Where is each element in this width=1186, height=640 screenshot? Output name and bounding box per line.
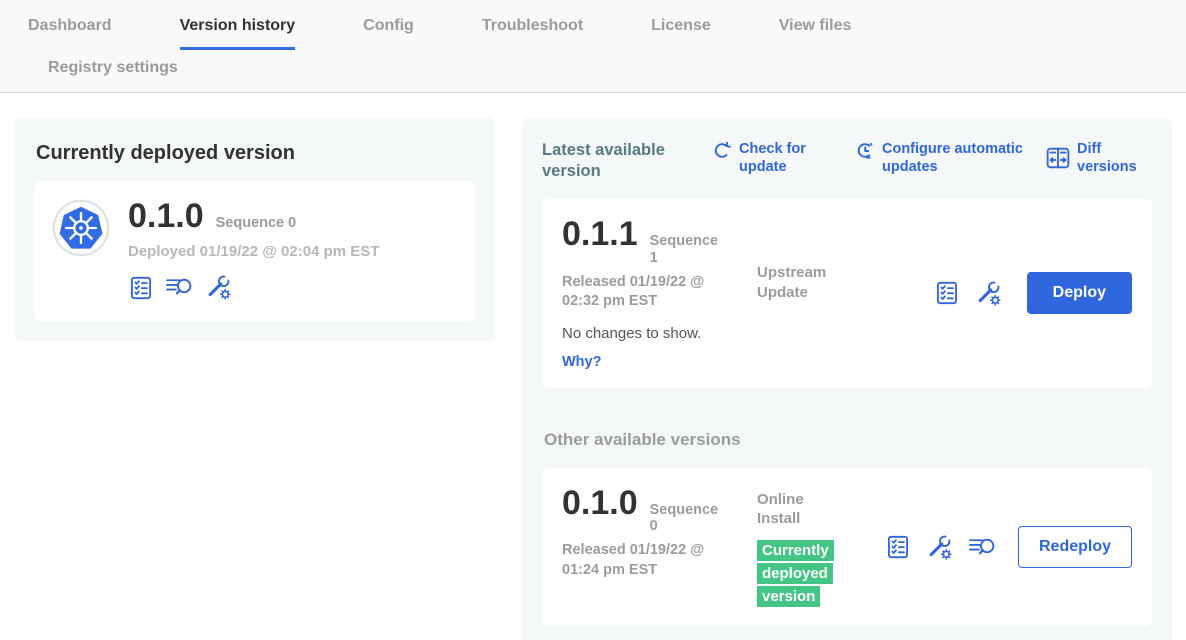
other-sequence-label: Sequence 0 bbox=[650, 502, 720, 535]
latest-available-heading: Latest available version bbox=[542, 140, 692, 181]
currently-deployed-badge: Currently deployed version bbox=[757, 540, 834, 608]
refresh-icon bbox=[712, 140, 732, 160]
latest-version-number: 0.1.1 bbox=[562, 217, 638, 251]
latest-sequence-label: Sequence 1 bbox=[650, 233, 720, 266]
diff-versions-label: Diff versions bbox=[1077, 140, 1152, 176]
config-wrench-icon[interactable] bbox=[975, 280, 1002, 307]
latest-version-actions: Deploy bbox=[934, 272, 1132, 314]
other-version-source: Online Install bbox=[757, 490, 849, 529]
deployed-version-actions bbox=[128, 274, 379, 301]
latest-changes-summary: No changes to show. bbox=[562, 325, 757, 342]
nav-row-2: Registry settings bbox=[0, 50, 1186, 92]
preflight-checks-icon[interactable] bbox=[934, 280, 960, 306]
tab-troubleshoot[interactable]: Troubleshoot bbox=[482, 17, 583, 50]
other-version-card: 0.1.0 Sequence 0 Released 01/19/22 @ 01:… bbox=[542, 468, 1152, 627]
tab-version-history[interactable]: Version history bbox=[180, 17, 296, 50]
deployed-version-info: 0.1.0 Sequence 0 Deployed 01/19/22 @ 02:… bbox=[128, 199, 379, 301]
other-version-number: 0.1.0 bbox=[562, 486, 638, 520]
latest-version-info: 0.1.1 Sequence 1 Released 01/19/22 @ 02:… bbox=[562, 217, 757, 369]
tab-license[interactable]: License bbox=[651, 17, 711, 50]
check-for-update-label: Check for update bbox=[739, 140, 821, 176]
currently-deployed-badge-wrap: Currently deployed version bbox=[757, 539, 839, 609]
kubernetes-logo bbox=[52, 199, 110, 257]
main-content: Currently deployed version 0.1.0 Sequenc… bbox=[0, 93, 1186, 640]
config-wrench-icon[interactable] bbox=[205, 274, 232, 301]
view-files-icon[interactable] bbox=[968, 535, 997, 560]
top-navigation: Dashboard Version history Config Trouble… bbox=[0, 0, 1186, 93]
other-versions-heading: Other available versions bbox=[544, 430, 1152, 450]
preflight-checks-icon[interactable] bbox=[885, 534, 911, 560]
available-versions-panel: Latest available version Check for updat… bbox=[522, 118, 1172, 640]
diff-versions-icon bbox=[1046, 147, 1070, 169]
check-for-update-link[interactable]: Check for update bbox=[712, 140, 821, 176]
configure-automatic-updates-label: Configure automatic updates bbox=[882, 140, 1046, 176]
why-link[interactable]: Why? bbox=[562, 354, 757, 370]
other-version-actions: Redeploy bbox=[885, 526, 1132, 568]
tab-registry-settings[interactable]: Registry settings bbox=[48, 59, 1118, 77]
latest-version-source: Upstream Update bbox=[757, 217, 849, 369]
preflight-checks-icon[interactable] bbox=[128, 275, 154, 301]
diff-versions-link[interactable]: Diff versions bbox=[1046, 140, 1152, 176]
latest-available-header: Latest available version Check for updat… bbox=[542, 134, 1152, 181]
tab-view-files[interactable]: View files bbox=[779, 17, 852, 50]
other-version-source-col: Online Install Currently deployed versio… bbox=[757, 486, 849, 609]
currently-deployed-heading: Currently deployed version bbox=[36, 142, 475, 165]
currently-deployed-panel: Currently deployed version 0.1.0 Sequenc… bbox=[14, 118, 495, 341]
nav-row-1: Dashboard Version history Config Trouble… bbox=[0, 17, 1186, 50]
redeploy-button[interactable]: Redeploy bbox=[1018, 526, 1132, 568]
latest-released-timestamp: Released 01/19/22 @ 02:32 pm EST bbox=[562, 273, 722, 312]
tab-dashboard[interactable]: Dashboard bbox=[28, 17, 112, 50]
deploy-button[interactable]: Deploy bbox=[1027, 272, 1132, 314]
other-released-timestamp: Released 01/19/22 @ 01:24 pm EST bbox=[562, 541, 722, 580]
other-version-info: 0.1.0 Sequence 0 Released 01/19/22 @ 01:… bbox=[562, 486, 757, 609]
configure-automatic-updates-link[interactable]: Configure automatic updates bbox=[855, 140, 1046, 176]
latest-version-card: 0.1.1 Sequence 1 Released 01/19/22 @ 02:… bbox=[542, 199, 1152, 387]
tab-config[interactable]: Config bbox=[363, 17, 414, 50]
deployed-timestamp: Deployed 01/19/22 @ 02:04 pm EST bbox=[128, 243, 379, 260]
config-wrench-icon[interactable] bbox=[926, 534, 953, 561]
view-files-icon[interactable] bbox=[165, 275, 194, 300]
deployed-version-number: 0.1.0 bbox=[128, 199, 204, 233]
currently-deployed-card: 0.1.0 Sequence 0 Deployed 01/19/22 @ 02:… bbox=[34, 181, 475, 321]
scheduled-update-icon bbox=[855, 140, 875, 160]
deployed-sequence-label: Sequence 0 bbox=[216, 215, 297, 232]
